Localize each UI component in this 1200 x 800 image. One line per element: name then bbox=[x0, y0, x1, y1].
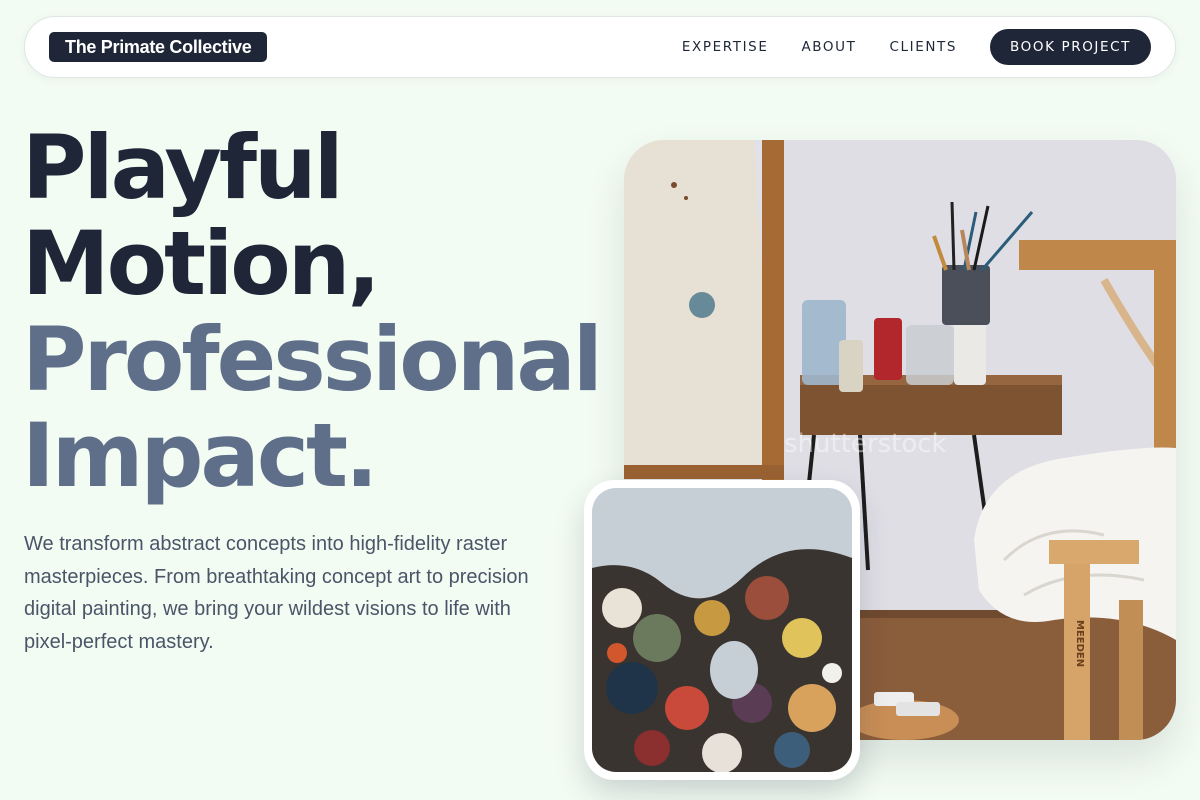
book-project-button[interactable]: BOOK PROJECT bbox=[990, 29, 1151, 65]
hero-title: Playful Motion, Professional Impact. bbox=[22, 116, 603, 507]
top-nav: The Primate Collective EXPERTISE ABOUT C… bbox=[24, 16, 1176, 78]
hero-title-line-2: Motion, bbox=[22, 212, 381, 315]
nav-link-expertise[interactable]: EXPERTISE bbox=[682, 39, 769, 55]
nav-link-clients[interactable]: CLIENTS bbox=[889, 39, 957, 55]
nav-link-about[interactable]: ABOUT bbox=[801, 39, 856, 55]
palette-photo-card bbox=[584, 480, 860, 780]
palette-photo bbox=[592, 488, 852, 772]
hero-title-line-3: Professional bbox=[22, 308, 603, 411]
stock-watermark: shutterstock bbox=[784, 429, 947, 459]
hero-description: We transform abstract concepts into high… bbox=[24, 533, 529, 653]
easel-brand-text: MEEDEN bbox=[1074, 620, 1085, 667]
nav-links: EXPERTISE ABOUT CLIENTS BOOK PROJECT bbox=[682, 29, 1151, 65]
palette-illustration bbox=[592, 488, 852, 772]
hero-title-line-4: Impact. bbox=[22, 404, 378, 507]
hero-title-line-1: Playful bbox=[22, 116, 344, 219]
brand-logo[interactable]: The Primate Collective bbox=[49, 32, 268, 62]
